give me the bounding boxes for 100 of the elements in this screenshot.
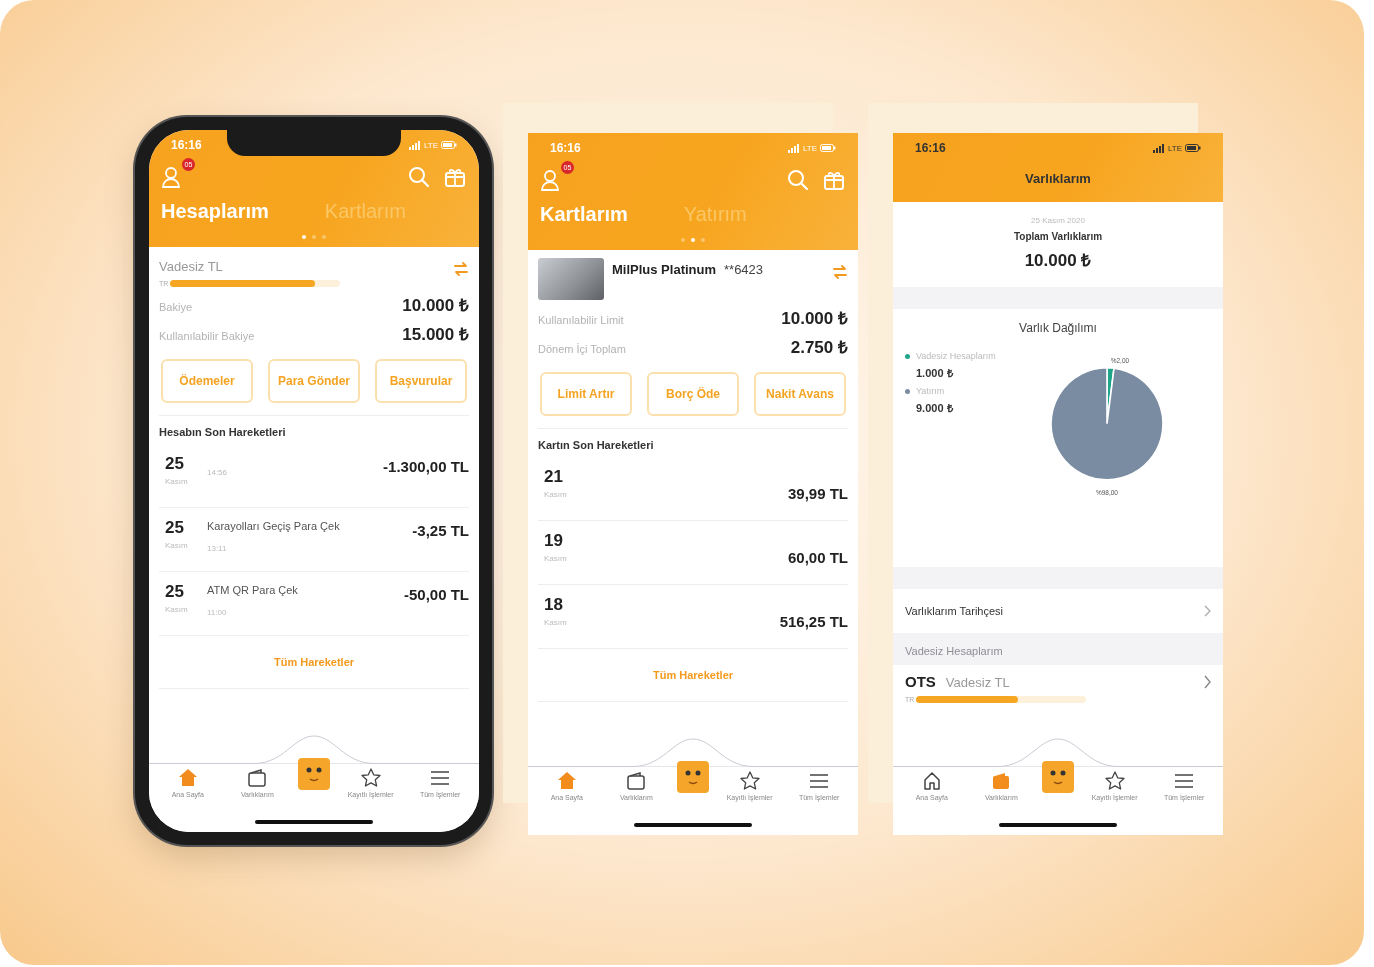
card-thumbnail xyxy=(538,258,604,300)
balance-label: Dönem İçi Toplam xyxy=(538,343,626,355)
transaction-row[interactable]: 25 Kasım Karayolları Geçiş Para Çek 13:11 -3,25 TL xyxy=(159,508,469,572)
search-icon[interactable] xyxy=(407,165,431,189)
legend-label: Vadesiz Hesaplarım xyxy=(916,351,996,361)
page-dot[interactable] xyxy=(681,238,685,242)
action-button[interactable]: Limit Artır xyxy=(540,372,632,416)
battery-icon xyxy=(441,141,457,149)
profile-icon[interactable] xyxy=(161,165,181,189)
balance-amount: 15.000 ₺ xyxy=(402,324,469,345)
action-button[interactable]: Borç Öde xyxy=(647,372,739,416)
swap-icon[interactable] xyxy=(453,261,469,277)
transaction-day: 25 xyxy=(165,518,207,538)
action-button[interactable]: Ödemeler xyxy=(161,359,253,403)
header-tab[interactable]: Hesaplarım xyxy=(161,200,269,223)
signal-icon xyxy=(787,143,800,153)
transaction-amount: 39,99 TL xyxy=(787,484,848,502)
mascot-button[interactable] xyxy=(1041,760,1075,794)
transaction-row[interactable]: 21 Kasım 39,99 TL xyxy=(538,457,848,521)
total-label: Toplam Varlıklarım xyxy=(1013,231,1103,242)
card-number: **6423 xyxy=(724,262,764,277)
transaction-amount: -3,25 TL xyxy=(412,521,469,539)
section-title: Hesabın Son Hareketleri xyxy=(159,425,287,440)
transaction-amount: -1.300,00 TL xyxy=(383,457,469,475)
all-transactions-link[interactable]: Tüm Hareketler xyxy=(652,669,734,681)
status-time: 16:16 xyxy=(915,141,946,155)
page-dot[interactable] xyxy=(322,235,326,239)
wallet-icon xyxy=(246,767,269,788)
legend-amount: 9.000 ₺ xyxy=(915,401,955,415)
search-icon[interactable] xyxy=(786,168,810,192)
section-title: Kartın Son Hareketleri xyxy=(538,438,655,453)
transaction-description: Karayolları Geçiş Para Çek xyxy=(207,520,341,532)
total-amount: 10.000 ₺ xyxy=(1024,250,1092,271)
screen-title: Varlıklarım xyxy=(1024,170,1092,188)
chart-title: Varlık Dağılımı xyxy=(1018,321,1098,335)
transaction-month: Kasım xyxy=(544,618,568,627)
network-label: LTE xyxy=(1167,143,1182,153)
transaction-month: Kasım xyxy=(544,554,568,563)
transaction-day: 25 xyxy=(165,454,207,474)
profile-icon[interactable] xyxy=(540,168,560,192)
mascot-button[interactable] xyxy=(676,760,710,794)
transaction-amount: 516,25 TL xyxy=(779,612,848,630)
star-icon xyxy=(359,767,382,788)
account-name: Vadesiz TL xyxy=(159,259,224,274)
status-time: 16:16 xyxy=(171,138,202,152)
transaction-day: 19 xyxy=(544,531,586,551)
account-name: Vadesiz TL xyxy=(945,675,1010,690)
transaction-day: 25 xyxy=(165,582,207,602)
balance-label: Kullanılabilir Bakiye xyxy=(159,330,255,342)
star-icon xyxy=(1103,770,1126,791)
battery-icon xyxy=(820,144,836,152)
transaction-month: Kasım xyxy=(544,490,568,499)
page-dot[interactable] xyxy=(691,238,695,242)
transaction-month: Kasım xyxy=(165,477,189,486)
transaction-row[interactable]: 19 Kasım 60,00 TL xyxy=(538,521,848,585)
transaction-day: 21 xyxy=(544,467,586,487)
action-button[interactable]: Para Gönder xyxy=(268,359,360,403)
balance-amount: 10.000 ₺ xyxy=(781,308,848,329)
transaction-amount: -50,00 TL xyxy=(403,585,469,603)
chevron-icon xyxy=(1203,674,1211,689)
signal-icon xyxy=(408,140,421,150)
battery-icon xyxy=(1185,144,1201,152)
transaction-month: Kasım xyxy=(165,541,189,550)
history-label: Varlıklarım Tarihçesi xyxy=(905,605,1003,617)
transaction-day: 18 xyxy=(544,595,586,615)
wallet-icon xyxy=(625,770,648,791)
history-row[interactable]: Varlıklarım Tarihçesi xyxy=(893,589,1223,633)
page-dot[interactable] xyxy=(312,235,316,239)
network-label: LTE xyxy=(802,143,817,153)
transaction-amount: 60,00 TL xyxy=(787,548,848,566)
transaction-month: Kasım xyxy=(165,605,189,614)
star-icon xyxy=(738,770,761,791)
legend-label: Yatırım xyxy=(916,386,945,396)
balance-amount: 2.750 ₺ xyxy=(790,337,848,358)
action-button[interactable]: Başvurular xyxy=(375,359,467,403)
transaction-time: 14:56 xyxy=(207,467,229,477)
balance-label: Bakiye xyxy=(159,301,193,313)
status-time: 16:16 xyxy=(550,141,581,155)
transaction-description: ATM QR Para Çek xyxy=(207,584,299,596)
action-button[interactable]: Nakit Avans xyxy=(754,372,846,416)
transaction-time: 11:00 xyxy=(207,607,228,617)
legend-amount: 1.000 ₺ xyxy=(915,366,955,380)
signal-icon xyxy=(1152,143,1165,153)
page-dot[interactable] xyxy=(701,238,705,242)
chevron-icon xyxy=(1203,605,1211,617)
network-label: LTE xyxy=(423,140,438,150)
card-name: MilPlus Platinum xyxy=(612,262,716,277)
transaction-row[interactable]: 25 Kasım 14:56 -1.300,00 TL xyxy=(159,444,469,508)
swap-icon[interactable] xyxy=(832,264,848,280)
header-tab[interactable]: Kartlarım xyxy=(540,203,628,226)
group-title: Vadesiz Hesaplarım xyxy=(893,633,1223,665)
transaction-row[interactable]: 18 Kasım 516,25 TL xyxy=(538,585,848,649)
transaction-time: 13:11 xyxy=(207,543,228,553)
balance-label: Kullanılabilir Limit xyxy=(538,314,624,326)
transaction-row[interactable]: 25 Kasım ATM QR Para Çek 11:00 -50,00 TL xyxy=(159,572,469,636)
page-dot[interactable] xyxy=(302,235,306,239)
account-code: OTS xyxy=(905,673,936,690)
mascot-button[interactable] xyxy=(297,757,331,791)
balance-amount: 10.000 ₺ xyxy=(402,295,469,316)
all-transactions-link[interactable]: Tüm Hareketler xyxy=(273,656,355,668)
